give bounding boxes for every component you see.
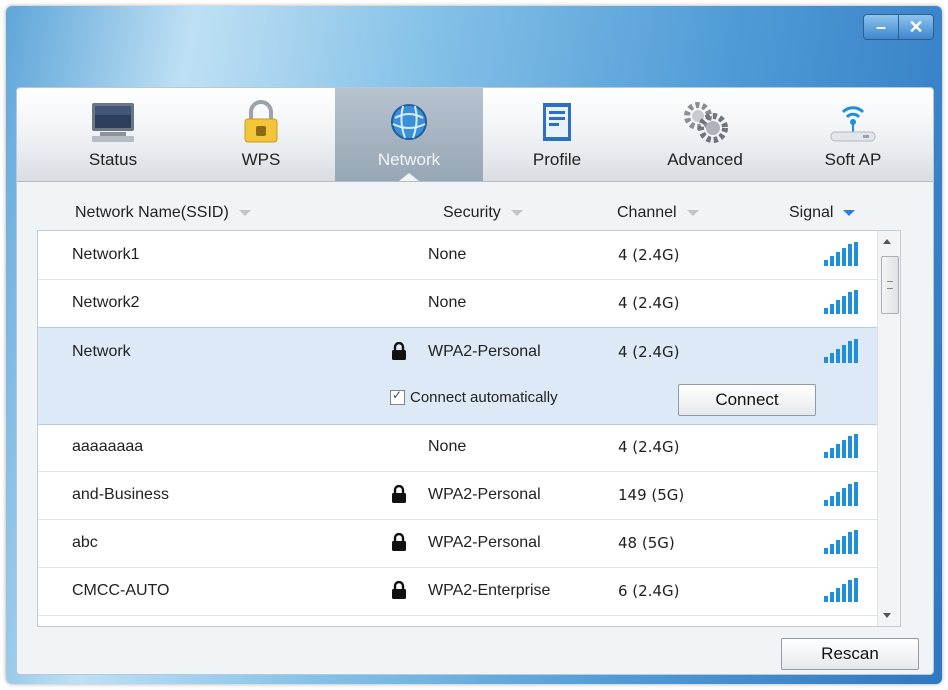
network-channel: 4 (2.4G) [618,343,680,361]
profile-card-icon [533,100,581,144]
lock-icon [392,581,406,599]
app-window: – ✕ Status WPS Network Profile Advanced … [6,6,942,684]
sort-arrow-icon [238,210,251,216]
vertical-scrollbar[interactable] [877,231,900,626]
network-security: None [428,246,467,263]
network-security: None [428,438,467,455]
network-channel: 48 (5G) [618,534,675,552]
tab-label: Profile [532,150,582,169]
network-row[interactable]: Network2 None 4 (2.4G) [38,279,894,328]
network-ssid: Network1 [72,246,140,263]
window-controls: – ✕ [863,14,934,40]
network-ssid: Network2 [72,294,140,311]
network-security: WPA2-Personal [428,343,541,360]
network-channel: 6 (2.4G) [618,582,680,600]
sort-arrow-active-icon [843,210,856,216]
network-list: Network1 None 4 (2.4G) Network2 None 4 (… [37,230,901,627]
network-ssid: aaaaaaaa [72,438,144,455]
scrollbar-thumb[interactable] [881,256,899,314]
signal-strength-icon [824,482,858,506]
network-security: WPA2-Personal [428,534,541,551]
column-headers: Network Name(SSID) Security Channel Sign… [17,198,933,228]
tab-label: WPS [241,150,281,169]
scroll-down-icon[interactable] [883,613,891,618]
network-ssid: and-Business [72,486,169,503]
network-ssid: Network [72,343,131,360]
tab-label: Advanced [667,150,743,169]
tab-advanced[interactable]: Advanced [631,88,779,181]
column-header-security[interactable]: Security [443,204,523,222]
network-row[interactable]: aaaaaaaa None 4 (2.4G) [38,423,894,472]
signal-strength-icon [824,290,858,314]
tab-label: Network [377,150,441,169]
gears-icon [681,100,729,144]
signal-strength-icon [824,434,858,458]
minimize-button[interactable]: – [863,14,899,40]
column-header-signal[interactable]: Signal [789,204,856,222]
auto-connect-checkbox[interactable]: Connect automatically [390,388,558,406]
tab-wps[interactable]: WPS [187,88,335,181]
tab-soft-ap[interactable]: Soft AP [779,88,927,181]
network-security: WPA2-Personal [428,486,541,503]
padlock-icon [237,100,285,144]
column-header-ssid[interactable]: Network Name(SSID) [75,204,251,222]
minimize-icon: – [875,16,886,37]
tab-label: Soft AP [824,150,882,169]
signal-strength-icon [824,339,858,363]
scroll-up-icon[interactable] [883,239,891,244]
tab-network[interactable]: Network [335,88,483,181]
router-icon [829,100,877,144]
column-header-channel[interactable]: Channel [617,204,699,222]
main-panel: Status WPS Network Profile Advanced Soft… [16,87,934,675]
lock-icon [392,342,406,360]
tab-profile[interactable]: Profile [483,88,631,181]
network-security: WPA2-Enterprise [428,582,551,599]
close-button[interactable]: ✕ [899,14,934,40]
network-ssid: abc [72,534,98,551]
network-channel: 4 (2.4G) [618,294,680,312]
close-icon: ✕ [908,16,924,37]
network-channel: 149 (5G) [618,486,685,504]
signal-strength-icon [824,242,858,266]
network-row[interactable]: CMCC-AUTO WPA2-Enterprise 6 (2.4G) [38,567,894,616]
sort-arrow-icon [510,210,523,216]
checkbox-checked-icon [390,388,405,405]
lock-icon [392,533,406,551]
network-channel: 4 (2.4G) [618,246,680,264]
network-channel: 4 (2.4G) [618,438,680,456]
tab-label: Status [88,150,138,169]
tab-status[interactable]: Status [39,88,187,181]
rescan-button[interactable]: Rescan [781,638,919,670]
network-ssid: CMCC-AUTO [72,582,170,599]
tab-toolbar: Status WPS Network Profile Advanced Soft… [17,88,933,182]
connect-button[interactable]: Connect [678,384,816,416]
signal-strength-icon [824,530,858,554]
network-row[interactable]: abc WPA2-Personal 48 (5G) [38,519,894,568]
lock-icon [392,485,406,503]
signal-strength-icon [824,578,858,602]
sort-arrow-icon [686,210,699,216]
network-row[interactable]: Network1 None 4 (2.4G) [38,231,894,280]
auto-connect-label: Connect automatically [410,389,558,406]
monitor-icon [89,100,137,144]
network-row-selected[interactable]: Network WPA2-Personal 4 (2.4G) Connect a… [38,327,894,425]
network-security: None [428,294,467,311]
network-row[interactable]: and-Business WPA2-Personal 149 (5G) [38,471,894,520]
globe-icon [385,100,433,144]
